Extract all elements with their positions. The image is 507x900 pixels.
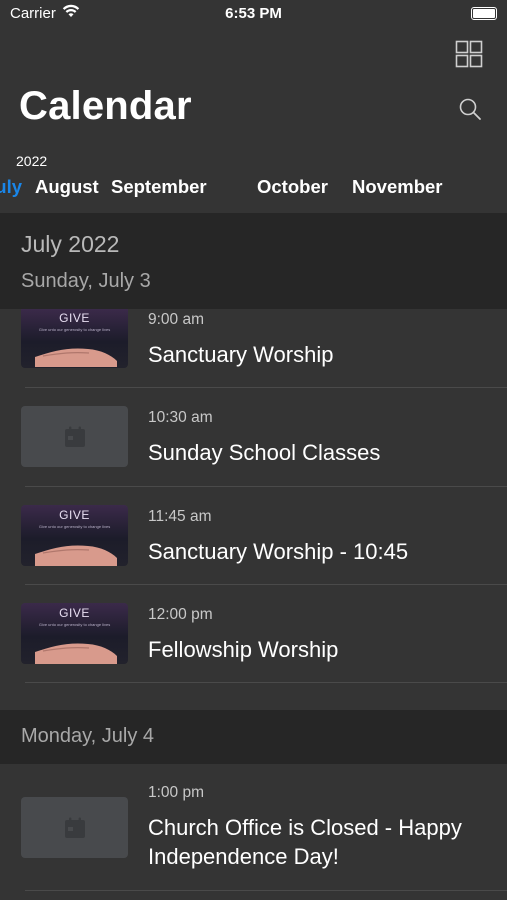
divider [25, 682, 507, 683]
event-thumbnail: GIVE Give unto our generosity to change … [21, 505, 128, 566]
month-heading: July 2022 [21, 231, 120, 257]
event-title: Sunday School Classes [148, 440, 381, 465]
event-time: 10:30 am [148, 409, 213, 426]
page-title: Calendar [19, 84, 192, 128]
month-september[interactable]: September [111, 176, 207, 198]
event-thumbnail [21, 797, 128, 858]
battery-icon [471, 7, 497, 20]
status-time: 6:53 PM [225, 5, 282, 22]
event-row[interactable]: 10:30 am Sunday School Classes [0, 388, 507, 486]
event-thumbnail: GIVE Give unto our generosity to change … [21, 309, 128, 368]
day-heading: Monday, July 4 [21, 725, 155, 747]
day-heading: Sunday, July 3 [21, 270, 151, 292]
event-time: 12:00 pm [148, 606, 213, 623]
calendar-icon [64, 426, 85, 447]
status-bar: Carrier 6:53 PM [0, 0, 507, 28]
give-label: GIVE [59, 508, 90, 522]
hand-icon [35, 545, 117, 566]
event-row[interactable]: GIVE Give unto our generosity to change … [0, 487, 507, 585]
event-title: Church Office is Closed - Happy Independ… [148, 815, 462, 869]
event-row[interactable]: 1:00 pm Church Office is Closed - Happy … [0, 764, 507, 891]
grid-view-icon[interactable] [455, 40, 483, 68]
month-november[interactable]: November [352, 176, 442, 198]
hand-icon [35, 643, 117, 664]
event-time: 1:00 pm [148, 784, 205, 801]
month-october[interactable]: October [257, 176, 328, 198]
year-label: 2022 [16, 153, 48, 169]
event-title: Sanctuary Worship - 10:45 [148, 539, 409, 564]
divider [25, 890, 507, 891]
event-thumbnail [21, 406, 128, 467]
section-header [0, 213, 507, 309]
month-selector[interactable]: July August September October November [0, 176, 507, 202]
month-august[interactable]: August [35, 176, 99, 198]
give-label: GIVE [59, 311, 90, 325]
event-time: 9:00 am [148, 311, 205, 328]
calendar-icon [64, 817, 85, 838]
event-time: 11:45 am [148, 508, 212, 525]
give-sub: Give unto our generosity to change lives [38, 524, 111, 529]
search-icon[interactable] [458, 97, 482, 121]
event-row[interactable]: GIVE Give unto our generosity to change … [0, 309, 507, 388]
event-title: Fellowship Worship [148, 637, 339, 662]
give-sub: Give unto our generosity to change lives [38, 622, 111, 627]
give-sub: Give unto our generosity to change lives [38, 327, 111, 332]
event-row[interactable]: GIVE Give unto our generosity to change … [0, 585, 507, 683]
give-label: GIVE [59, 606, 90, 620]
event-thumbnail: GIVE Give unto our generosity to change … [21, 603, 128, 664]
hand-icon [35, 348, 117, 367]
event-title: Sanctuary Worship [148, 342, 334, 367]
month-july[interactable]: July [0, 176, 22, 198]
